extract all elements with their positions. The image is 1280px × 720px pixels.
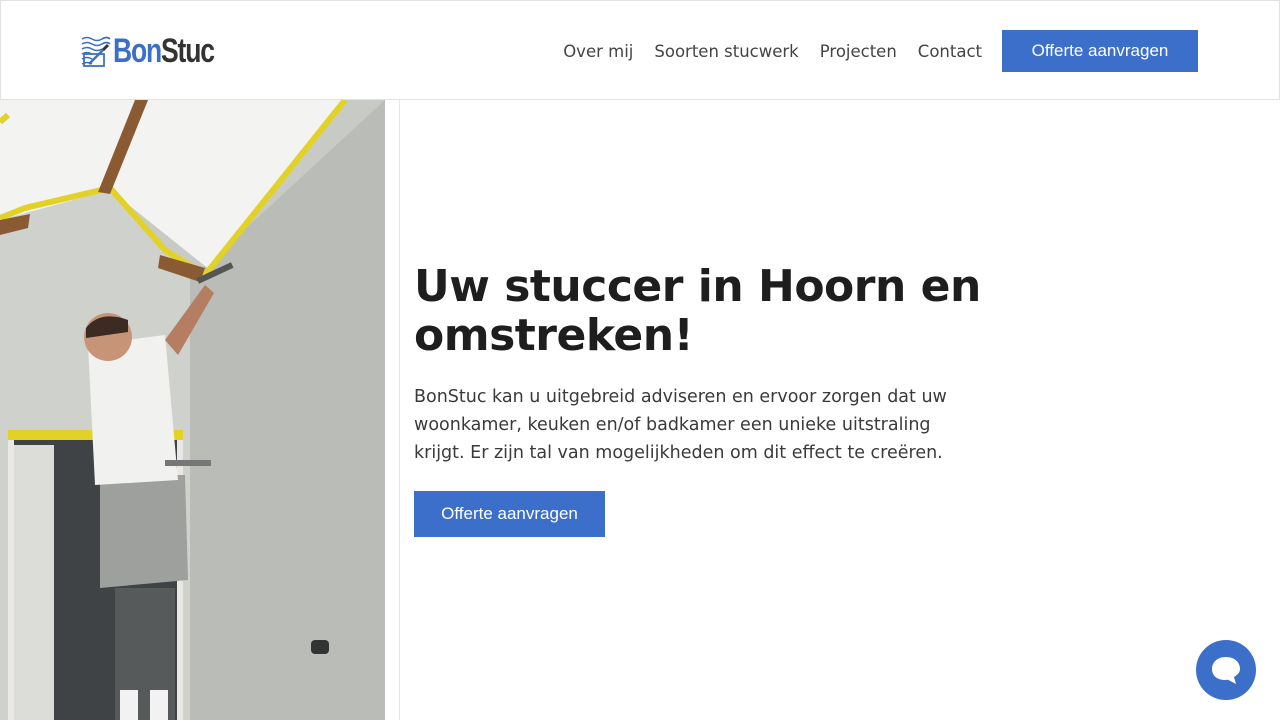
plasterer-illustration (0, 100, 385, 720)
hero-quote-button[interactable]: Offerte aanvragen (414, 491, 605, 537)
nav-item-soorten-stucwerk[interactable]: Soorten stucwerk (654, 42, 798, 61)
logo-mark-icon (81, 36, 111, 67)
logo-text-stuc: Stuc (161, 31, 215, 70)
nav-item-over-mij[interactable]: Over mij (563, 42, 633, 61)
hero-description: BonStuc kan u uitgebreid adviseren en er… (414, 387, 947, 463)
nav-item-contact[interactable]: Contact (918, 42, 982, 61)
bonstuc-logo[interactable]: BonStuc (81, 31, 242, 71)
hero-title: Uw stuccer in Hoorn en omstreken! (414, 261, 981, 361)
header-quote-button[interactable]: Offerte aanvragen (1002, 30, 1198, 72)
plasterer-photo (0, 100, 385, 720)
section-divider (399, 100, 400, 720)
chat-icon (1212, 657, 1240, 684)
main-nav: Over mij Soorten stucwerk Projecten Cont… (563, 30, 1198, 72)
logo-wordmark: BonStuc (113, 31, 215, 71)
nav-item-projecten[interactable]: Projecten (820, 42, 897, 61)
logo-text-bon: Bon (113, 31, 162, 70)
site-header: BonStuc Over mij Soorten stucwerk Projec… (0, 0, 1280, 100)
chat-button[interactable] (1196, 640, 1256, 700)
